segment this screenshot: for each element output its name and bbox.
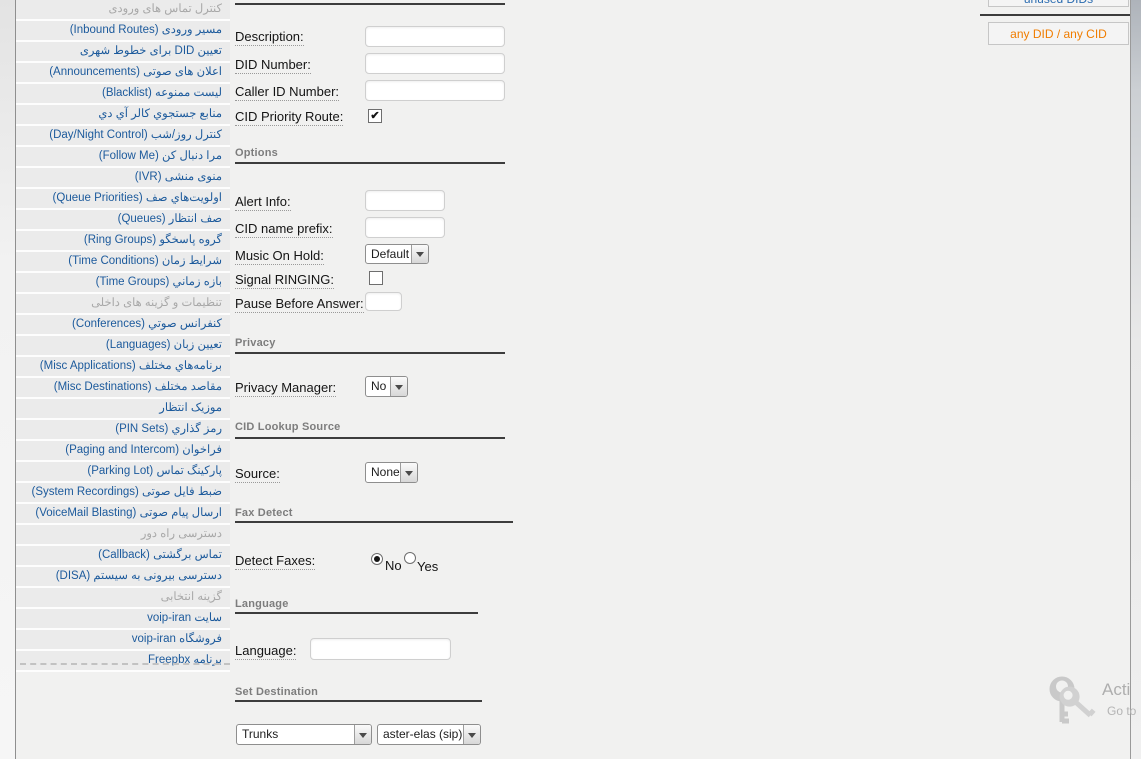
sidebar-item-ring-groups[interactable]: گروه پاسخگو (Ring Groups) (16, 231, 230, 252)
source-selected-value: None (366, 463, 400, 482)
sidebar-item-system-recordings[interactable]: ضبط فایل صوتی (System Recordings) (16, 483, 230, 504)
watermark-line1: Acti (1102, 680, 1130, 700)
destination-category-select[interactable]: Trunks (236, 724, 372, 745)
destination-target-select[interactable]: aster-elas (sip) (377, 724, 481, 745)
sidebar-item-music-on-hold[interactable]: موزیک انتظار (16, 399, 230, 420)
privacy-manager-selected-value: No (366, 377, 390, 396)
sidebar-item-misc-destinations[interactable]: مقاصد مختلف (Misc Destinations) (16, 378, 230, 399)
detect-faxes-yes-label: Yes (417, 559, 438, 574)
sidebar-item-ivr[interactable]: منوی منشی (IVR) (16, 168, 230, 189)
signal-ringing-label: Signal RINGING: (235, 272, 334, 287)
source-label: Source: (235, 466, 280, 481)
detect-faxes-no-radio[interactable] (371, 553, 383, 565)
sidebar-item-conferences[interactable]: کنفرانس صوتي (Conferences) (16, 315, 230, 336)
sidebar-item-did-city-lines[interactable]: تعيين DID برای خطوط شهری (16, 42, 230, 63)
sidebar-item-remote-access-header: دسترسی راه دور (16, 525, 230, 546)
page: كنترل تماس های ورودیمسير ورودی (Inbound … (0, 0, 1141, 759)
language-input[interactable] (310, 638, 451, 660)
sidebar-item-queue-priorities[interactable]: اولويت‌هاي صف (Queue Priorities) (16, 189, 230, 210)
sidebar-item-freepbx-app[interactable]: برنامه Freepbx (16, 651, 230, 672)
section-options-rule (235, 162, 505, 164)
sidebar-item-time-groups[interactable]: بازه زماني (Time Groups) (16, 273, 230, 294)
alert-info-input[interactable] (365, 190, 445, 211)
sidebar-item-callerid-lookup[interactable]: منابع جستجوي کالر آي دي (16, 105, 230, 126)
dropdown-arrow-icon (354, 725, 371, 744)
section-language: Language (235, 598, 289, 610)
destination-category-selected-value: Trunks (237, 725, 354, 744)
section-cid-lookup-source: CID Lookup Source (235, 421, 340, 433)
form-top-rule (235, 3, 505, 5)
sidebar-item-day-night-control[interactable]: كنترل روز/شب (Day/Night Control) (16, 126, 230, 147)
section-options: Options (235, 147, 278, 159)
sidebar-item-voicemail-blasting[interactable]: ارسال پیام صوتی (VoiceMail Blasting) (16, 504, 230, 525)
detect-faxes-no-label: No (385, 558, 402, 573)
section-language-rule (235, 612, 478, 614)
caller-id-number-label: Caller ID Number: (235, 84, 339, 99)
any-did-any-cid-button[interactable]: any DID / any CID (988, 22, 1129, 45)
music-on-hold-selected-value: Default (366, 245, 411, 263)
sidebar-item-paging-intercom[interactable]: فراخوان (Paging and Intercom) (16, 441, 230, 462)
section-fax-detect-rule (235, 521, 513, 523)
section-privacy: Privacy (235, 337, 276, 349)
pause-before-answer-input[interactable] (365, 292, 402, 311)
description-input[interactable] (365, 26, 505, 47)
dropdown-arrow-icon (400, 463, 417, 482)
cid-name-prefix-input[interactable] (365, 217, 445, 238)
detect-faxes-label: Detect Faxes: (235, 553, 315, 568)
sidebar-item-announcements[interactable]: اعلان های صوتی (Announcements) (16, 63, 230, 84)
cid-name-prefix-label: CID name prefix: (235, 221, 333, 236)
music-on-hold-select[interactable]: Default (365, 244, 429, 264)
keys-icon (1046, 676, 1100, 737)
checkmark-icon: ✔ (370, 110, 379, 122)
section-set-destination-rule (235, 700, 482, 702)
cid-priority-route-checkbox[interactable]: ✔ (368, 109, 382, 123)
did-number-label: DID Number: (235, 57, 311, 72)
description-label: Description: (235, 29, 304, 44)
caller-id-number-input[interactable] (365, 80, 505, 101)
privacy-manager-label: Privacy Manager: (235, 380, 336, 395)
section-fax-detect: Fax Detect (235, 507, 293, 519)
signal-ringing-checkbox[interactable]: ✔ (369, 271, 383, 285)
sidebar-item-optional-header: گزینه انتخابی (16, 588, 230, 609)
dropdown-arrow-icon (411, 245, 428, 263)
dropdown-arrow-icon (390, 377, 407, 396)
sidebar-item-inbound-routes[interactable]: مسير ورودی (Inbound Routes) (16, 21, 230, 42)
sidebar-item-internal-settings-header: تنظیمات و گزینه های داخلی (16, 294, 230, 315)
privacy-manager-select[interactable]: No (365, 376, 408, 397)
language-label: Language: (235, 643, 296, 658)
sidebar-item-voip-iran-site[interactable]: سایت voip-iran (16, 609, 230, 630)
detect-faxes-yes-radio[interactable] (404, 552, 416, 564)
pause-before-answer-label: Pause Before Answer: (235, 296, 364, 311)
right-margin-strip (1131, 0, 1141, 759)
unused-dids-button[interactable]: unused DIDs (988, 0, 1129, 7)
alert-info-label: Alert Info: (235, 194, 291, 209)
section-set-destination: Set Destination (235, 686, 318, 698)
sidebar-item-disa[interactable]: دسترسی بیرونی به سیستم (DISA) (16, 567, 230, 588)
sidebar-item-time-conditions[interactable]: شرايط زمان (Time Conditions) (16, 252, 230, 273)
sidebar-item-callback[interactable]: تماس برگشتی (Callback) (16, 546, 230, 567)
sidebar-end-dashed-divider (20, 663, 230, 665)
watermark-line2: Go to (1107, 704, 1136, 718)
music-on-hold-label: Music On Hold: (235, 248, 324, 263)
sidebar-item-blacklist[interactable]: ليست ممنوعه (Blacklist) (16, 84, 230, 105)
sidebar-item-parking-lot[interactable]: پارکینگ تماس (Parking Lot) (16, 462, 230, 483)
sidebar-item-incoming-calls-header: كنترل تماس های ورودی (16, 0, 230, 21)
sidebar-item-follow-me[interactable]: مرا دنبال کن (Follow Me) (16, 147, 230, 168)
destination-target-selected-value: aster-elas (sip) (378, 725, 463, 744)
did-number-input[interactable] (365, 53, 505, 74)
left-margin-strip (0, 0, 15, 759)
sidebar-nav: كنترل تماس های ورودیمسير ورودی (Inbound … (16, 0, 230, 672)
cid-priority-route-label: CID Priority Route: (235, 109, 343, 124)
sidebar-item-languages[interactable]: تعيين زبان (Languages) (16, 336, 230, 357)
right-panel-divider (980, 14, 1132, 16)
sidebar-item-pin-sets[interactable]: رمز گذاري (PIN Sets) (16, 420, 230, 441)
section-cid-lookup-source-rule (235, 437, 505, 439)
dropdown-arrow-icon (463, 725, 480, 744)
sidebar-item-voip-iran-shop[interactable]: فروشگاه voip-iran (16, 630, 230, 651)
source-select[interactable]: None (365, 462, 418, 483)
sidebar-item-queues[interactable]: صف انتظار (Queues) (16, 210, 230, 231)
section-privacy-rule (235, 352, 505, 354)
sidebar-item-misc-applications[interactable]: برنامه‌هاي مختلف (Misc Applications) (16, 357, 230, 378)
